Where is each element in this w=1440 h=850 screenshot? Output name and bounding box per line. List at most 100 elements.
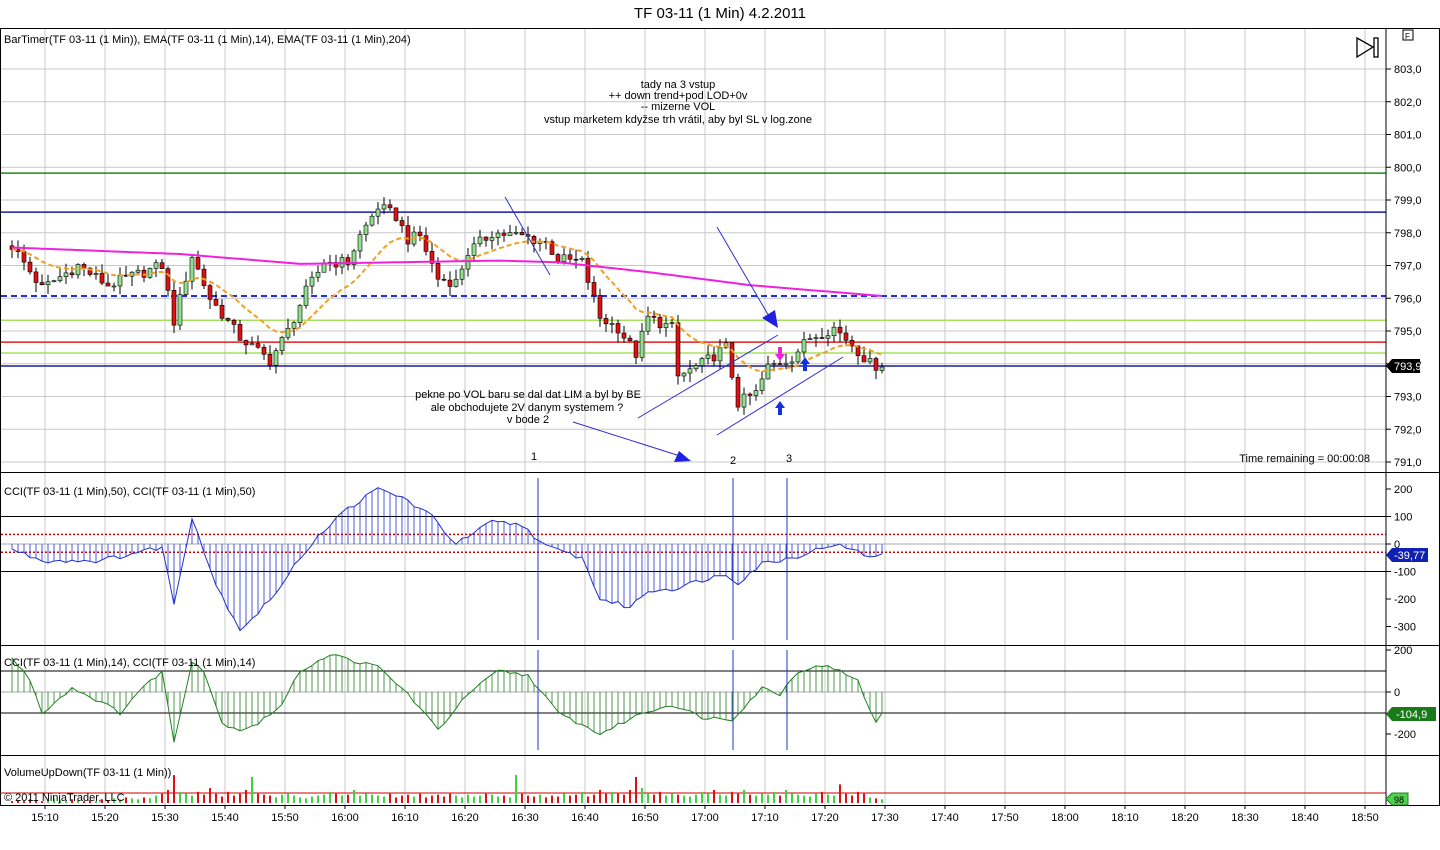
candle-up — [477, 236, 483, 245]
candle-down — [603, 318, 609, 325]
volume-bar-down — [215, 793, 217, 803]
volume-bar-up — [809, 796, 811, 803]
volume-bar-up — [383, 796, 385, 803]
candle-up — [57, 276, 63, 282]
candle-down — [243, 340, 249, 346]
candle-up — [297, 305, 303, 323]
volume-bar-up — [761, 793, 763, 803]
volume-bar-down — [653, 794, 655, 803]
candle-up — [459, 268, 465, 280]
volume-bar-up — [755, 795, 757, 803]
volume-bar-down — [443, 796, 445, 803]
y-tick-label: 792,0 — [1394, 424, 1422, 436]
candle-down — [621, 332, 627, 339]
annotation-bottom: pekne po VOL baru se dal dat LIM a byl b… — [415, 389, 641, 426]
y-tick-label: 801,0 — [1394, 130, 1422, 142]
volume-bar-up — [869, 797, 871, 803]
x-tick-label: 17:50 — [991, 812, 1019, 824]
volume-bar-up — [683, 795, 685, 803]
candle-up — [759, 378, 765, 391]
x-tick-label: 15:30 — [151, 812, 179, 824]
candle-down — [861, 355, 867, 363]
volume-bar-down — [167, 789, 169, 803]
volume-bar-down — [203, 794, 205, 803]
volume-bar-up — [707, 793, 709, 803]
y-tick-label: 797,0 — [1394, 261, 1422, 273]
candle-up — [315, 271, 321, 278]
candle-down — [501, 232, 507, 236]
candle-up — [309, 276, 315, 287]
volume-bar-down — [629, 789, 631, 803]
volume-bar-down — [569, 795, 571, 803]
x-tick-label: 16:00 — [331, 812, 359, 824]
y-tick-label: 200 — [1394, 645, 1412, 657]
volume-bar-down — [659, 791, 661, 803]
candle-down — [597, 295, 603, 319]
volume-bar-up — [323, 794, 325, 803]
candle-up — [831, 326, 837, 337]
volume-bar-down — [431, 795, 433, 803]
x-tick-label: 16:40 — [571, 812, 599, 824]
candle-down — [711, 354, 717, 362]
candle-down — [819, 337, 825, 339]
volume-bar-up — [719, 794, 721, 803]
x-tick-label: 17:00 — [691, 812, 719, 824]
candle-up — [663, 322, 669, 329]
volume-bar-up — [563, 793, 565, 803]
candle-up — [801, 339, 807, 353]
volume-bar-up — [491, 794, 493, 803]
candle-up — [45, 281, 51, 286]
candle-up — [741, 393, 747, 408]
candle-down — [261, 346, 267, 355]
candle-up — [111, 285, 117, 288]
volume-bar-down — [551, 795, 553, 803]
svg-text:-- mizerne VOL: -- mizerne VOL — [641, 101, 716, 113]
volume-bar-down — [587, 796, 589, 803]
y-tick-label: -300 — [1394, 622, 1416, 634]
y-tick-label: -100 — [1394, 567, 1416, 579]
volume-bar-up — [155, 795, 157, 803]
price-chart[interactable]: 15:10 15:20 15:30 15:40 15:50 16:00 16:10 16:20… — [0, 0, 1440, 850]
volume-bar-down — [545, 797, 547, 803]
f-button[interactable]: F — [1402, 29, 1414, 41]
volume-bar-up — [665, 795, 667, 803]
candle-up — [687, 368, 693, 374]
candle-down — [105, 282, 111, 287]
candle-up — [303, 285, 309, 306]
candle-up — [867, 358, 873, 363]
volume-bar-down — [863, 793, 865, 803]
candle-down — [219, 305, 225, 319]
candle-up — [51, 280, 57, 283]
last-price-badge: 793,9 — [1386, 359, 1422, 373]
candle-down — [483, 236, 489, 241]
volume-bar-down — [347, 794, 349, 803]
volume-bar-up — [497, 796, 499, 803]
drawn-lines[interactable] — [504, 196, 844, 457]
ema-lines — [11, 236, 883, 373]
copyright: © 2011 NinjaTrader, LLC — [4, 792, 125, 804]
main-panel-label: BarTimer(TF 03-11 (1 Min)), EMA(TF 03-11… — [4, 34, 411, 46]
candle-down — [777, 363, 783, 365]
volume-bar-down — [713, 789, 715, 803]
volume-bar-up — [359, 795, 361, 803]
volume-bar-down — [557, 796, 559, 803]
candle-up — [279, 336, 285, 351]
candle-down — [21, 251, 27, 263]
candle-up — [381, 204, 387, 210]
candle-down — [393, 207, 399, 221]
volume-bar-up — [701, 791, 703, 803]
x-tick-label: 17:10 — [751, 812, 779, 824]
volume-bar-up — [671, 793, 673, 803]
candle-up — [183, 280, 189, 295]
candle-down — [195, 257, 201, 270]
candle-up — [789, 361, 795, 364]
volume-bar-up — [797, 794, 799, 803]
play-to-end-icon[interactable] — [1356, 36, 1379, 59]
y-tick-label: -200 — [1394, 729, 1416, 741]
x-tick-label: 15:20 — [91, 812, 119, 824]
volume-bar-up — [299, 797, 301, 803]
candle-up — [795, 351, 801, 363]
volume-bars — [1, 775, 1386, 803]
candle-up — [825, 335, 831, 339]
volume-bar-down — [845, 793, 847, 803]
